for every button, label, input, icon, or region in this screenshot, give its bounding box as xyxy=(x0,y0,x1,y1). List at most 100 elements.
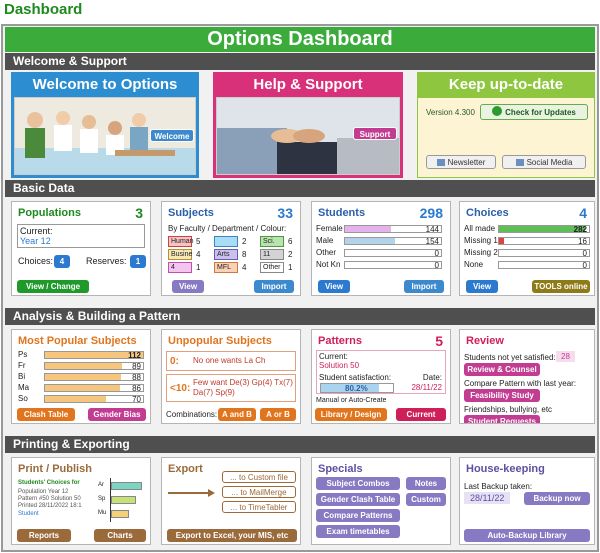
populations-count: 3 xyxy=(135,205,143,221)
student-row-label: Female xyxy=(316,224,343,233)
export-excel-button[interactable]: Export to Excel, your MIS, etc xyxy=(167,529,297,542)
mini-report-line-1: Population Year 12 xyxy=(18,489,69,495)
student-bar-fill xyxy=(345,238,395,244)
students-view-button[interactable]: View xyxy=(318,280,350,293)
patterns-title: Patterns xyxy=(318,335,363,347)
print-publish-card: Print / Publish Students' Choices for Po… xyxy=(11,457,151,545)
pattern-current-label: Current: xyxy=(319,352,348,361)
faculty-count: 8 xyxy=(242,250,247,259)
popular-subject-label: Bi xyxy=(18,372,26,381)
refresh-icon xyxy=(492,106,503,116)
students-card: Students 298 View Import Female 144 Male 15… xyxy=(311,201,451,296)
subjects-import-button[interactable]: Import xyxy=(254,280,294,293)
exam-timetables-button[interactable]: Exam timetables xyxy=(316,525,400,538)
popular-bar-value: 112 xyxy=(128,351,141,360)
mini-chart-label: Ar xyxy=(98,482,104,488)
faculty-swatch[interactable]: Other xyxy=(260,262,284,273)
check-updates-button[interactable]: Check for Updates xyxy=(480,104,588,120)
popular-bar: 112 xyxy=(44,351,144,360)
subjects-count: 33 xyxy=(277,205,293,221)
mini-report-line-3: Printed 28/11/2022 18:1 xyxy=(18,503,82,509)
mini-report-title: Students' Choices for xyxy=(18,480,80,486)
newsletter-button[interactable]: Newsletter xyxy=(426,155,496,169)
newsletter-label: Newsletter xyxy=(447,158,486,167)
mini-chart-label: Mu xyxy=(98,510,107,516)
choices-count-badge[interactable]: 4 xyxy=(54,255,70,268)
backup-now-button[interactable]: Backup now xyxy=(524,492,590,505)
mini-chart-bar xyxy=(111,482,142,490)
subject-combos-button[interactable]: Subject Combos xyxy=(316,477,400,490)
tools-online-button[interactable]: TOOLS online xyxy=(532,280,590,293)
library-design-button[interactable]: Library / Design xyxy=(315,408,387,421)
friendships-label: Friendships, bullying, etc xyxy=(464,405,553,414)
faculty-count: 1 xyxy=(288,263,293,272)
choice-bar-value: 282 xyxy=(573,225,587,234)
popular-bar: 88 xyxy=(44,373,144,382)
export-mailmerge-button[interactable]: ... to MailMerge xyxy=(222,486,296,498)
student-bar-value: 0 xyxy=(434,261,439,270)
export-arrow-head-icon xyxy=(208,489,215,497)
no-one-wants-box: 0: No one wants La Ch xyxy=(166,351,296,371)
choice-row-label: Missing 2 xyxy=(464,248,498,257)
support-card-title: Help & Support xyxy=(214,73,402,97)
students-count: 298 xyxy=(419,205,443,221)
specials-title: Specials xyxy=(318,463,363,475)
social-media-button[interactable]: Social Media xyxy=(502,155,586,169)
popular-bar-value: 86 xyxy=(132,384,141,393)
unpopular-subjects-card: Unpopular Subjects 0: No one wants La Ch… xyxy=(161,329,301,424)
choices-title: Choices xyxy=(466,207,509,219)
welcome-button[interactable]: Welcome xyxy=(150,129,194,142)
notes-button[interactable]: Notes xyxy=(406,477,446,490)
support-card[interactable]: Help & Support Support xyxy=(213,72,403,178)
review-card: Review Students not yet satisfied: 28 Re… xyxy=(459,329,595,424)
not-satisfied-value: 28 xyxy=(556,351,575,362)
welcome-card[interactable]: Welcome to Options Welcome xyxy=(11,72,199,178)
students-import-button[interactable]: Import xyxy=(404,280,444,293)
subjects-view-button[interactable]: View xyxy=(172,280,204,293)
gender-bias-button[interactable]: Gender Bias xyxy=(88,408,146,421)
a-and-b-button[interactable]: A and B xyxy=(218,408,256,421)
custom-button[interactable]: Custom xyxy=(406,493,446,506)
faculty-count: 5 xyxy=(196,237,201,246)
faculty-swatch[interactable]: Arts xyxy=(214,249,238,260)
export-timetabler-button[interactable]: ... to TimeTabler xyxy=(222,501,296,513)
clash-table-button[interactable]: Clash Table xyxy=(17,408,75,421)
faculty-swatch[interactable]: Busine xyxy=(168,249,192,260)
faculty-swatch[interactable]: Human xyxy=(168,236,194,247)
view-change-button[interactable]: View / Change xyxy=(17,280,89,293)
support-button[interactable]: Support xyxy=(353,127,397,140)
populations-card: Populations 3 Current: Year 12 Choices: … xyxy=(11,201,151,296)
feasibility-study-button[interactable]: Feasibility Study xyxy=(464,389,540,402)
choice-bar: 16 xyxy=(498,237,590,246)
check-updates-label: Check for Updates xyxy=(505,108,576,117)
faculty-swatch[interactable]: 4 xyxy=(168,262,192,273)
choice-bar: 0 xyxy=(498,249,590,258)
review-counsel-button[interactable]: Review & Counsel xyxy=(464,363,540,376)
compare-patterns-button[interactable]: Compare Patterns xyxy=(316,509,400,522)
faculty-swatch[interactable]: 11 xyxy=(260,249,284,260)
choices-view-button[interactable]: View xyxy=(466,280,498,293)
few-want-text-1: Few want De(3) Gp(4) Tx(7) xyxy=(193,378,293,387)
auto-backup-library-button[interactable]: Auto-Backup Library xyxy=(464,529,590,542)
faculty-swatch[interactable]: Sci. xyxy=(260,236,284,247)
current-pattern-button[interactable]: Current xyxy=(396,408,446,421)
charts-button[interactable]: Charts xyxy=(94,529,146,542)
dashboard-frame: Options Dashboard Welcome & Support Welc… xyxy=(1,24,599,552)
a-or-b-button[interactable]: A or B xyxy=(260,408,296,421)
social-media-icon xyxy=(515,159,524,166)
export-custom-file-button[interactable]: ... to Custom file xyxy=(222,471,296,483)
student-bar-value: 0 xyxy=(434,249,439,258)
student-requests-button[interactable]: Student Requests xyxy=(464,415,540,423)
reserves-count-badge[interactable]: 1 xyxy=(130,255,146,268)
choice-row-label: Missing 1 xyxy=(464,236,498,245)
reports-button[interactable]: Reports xyxy=(17,529,71,542)
social-media-label: Social Media xyxy=(526,158,573,167)
popular-bar-value: 88 xyxy=(132,373,141,382)
student-row-label: Not Kn xyxy=(316,260,341,269)
current-population-box: Current: Year 12 xyxy=(17,224,145,248)
faculty-swatch[interactable] xyxy=(214,236,238,247)
choice-bar-fill xyxy=(499,238,504,244)
gender-clash-table-button[interactable]: Gender Clash Table xyxy=(316,493,400,506)
faculty-swatch[interactable]: MFL xyxy=(214,262,238,273)
mini-chart-bar xyxy=(111,510,129,518)
